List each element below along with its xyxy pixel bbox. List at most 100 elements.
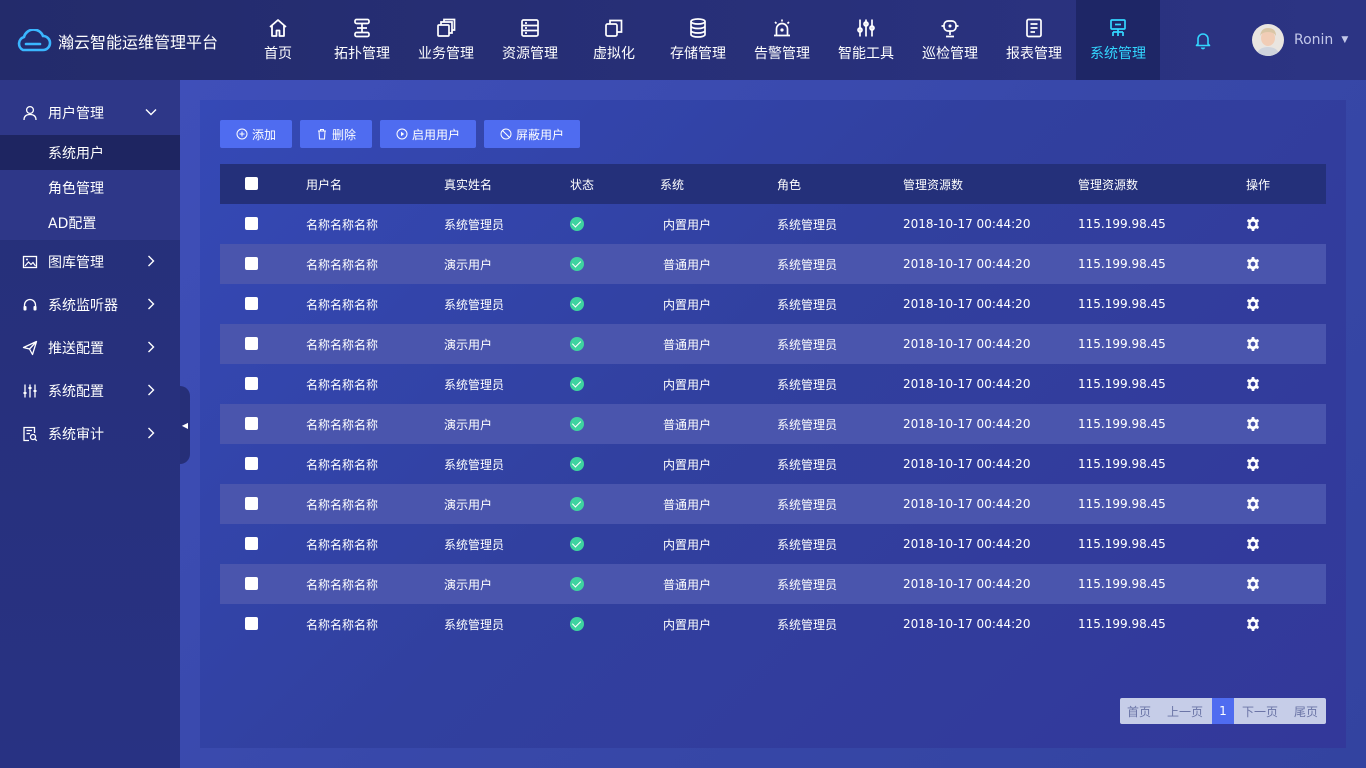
table-row[interactable]: 名称名称名称 系统管理员 内置用户 系统管理员 2018-10-17 00:44:20 1… bbox=[220, 204, 1326, 244]
table-body: 名称名称名称 系统管理员 内置用户 系统管理员 2018-10-17 00:44:20 1… bbox=[220, 204, 1326, 644]
sidebar-item-gallery[interactable]: 图库管理 bbox=[0, 240, 180, 283]
nav-item-label: 告警管理 bbox=[754, 46, 810, 62]
chevron-right-icon bbox=[148, 427, 155, 439]
row-checkbox[interactable] bbox=[245, 497, 258, 510]
cell-time: 2018-10-17 00:44:20 bbox=[903, 377, 1031, 391]
nav-item-label: 虚拟化 bbox=[593, 46, 635, 62]
sidebar-collapse-toggle[interactable]: ◀ bbox=[180, 386, 190, 464]
cell-role: 系统管理员 bbox=[777, 617, 838, 632]
row-checkbox[interactable] bbox=[245, 377, 258, 390]
row-checkbox[interactable] bbox=[245, 417, 258, 430]
cell-ip: 115.199.98.45 bbox=[1078, 377, 1166, 391]
nav-item-system[interactable]: 系统管理 bbox=[1076, 0, 1160, 80]
gear-icon[interactable] bbox=[1245, 536, 1261, 552]
nav-item-alarm[interactable]: 告警管理 bbox=[740, 0, 824, 80]
row-checkbox[interactable] bbox=[245, 537, 258, 550]
gear-icon[interactable] bbox=[1245, 496, 1261, 512]
user-icon bbox=[23, 105, 37, 120]
sidebar-item-system-users[interactable]: 系统用户 bbox=[0, 135, 180, 170]
column-header-resources: 管理资源数 bbox=[903, 177, 964, 192]
sidebar-item-system-audit[interactable]: 系统审计 bbox=[0, 412, 180, 455]
gear-icon[interactable] bbox=[1245, 216, 1261, 232]
inspection-icon bbox=[941, 20, 959, 38]
brand[interactable]: 瀚云智能运维管理平台 bbox=[14, 28, 218, 54]
bell-icon[interactable] bbox=[1192, 29, 1214, 51]
delete-button[interactable]: 删除 bbox=[300, 120, 372, 148]
page-current-button[interactable]: 1 bbox=[1212, 698, 1234, 724]
cell-ip: 115.199.98.45 bbox=[1078, 577, 1166, 591]
nav-item-virtualization[interactable]: 虚拟化 bbox=[572, 0, 656, 80]
cell-ip: 115.199.98.45 bbox=[1078, 617, 1166, 631]
home-icon bbox=[269, 19, 287, 37]
row-checkbox[interactable] bbox=[245, 457, 258, 470]
user-table: 用户名 真实姓名 状态 系统 角色 管理资源数 管理资源数 操作 名称名称名称系… bbox=[220, 164, 1326, 644]
table-row[interactable]: 名称名称名称 演示用户 普通用户 系统管理员 2018-10-17 00:44:20 11… bbox=[220, 404, 1326, 444]
table-row[interactable]: 名称名称名称 演示用户 普通用户 系统管理员 2018-10-17 00:44:20 11… bbox=[220, 484, 1326, 524]
nav-item-report[interactable]: 报表管理 bbox=[992, 0, 1076, 80]
sidebar-item-system-listener[interactable]: 系统监听器 bbox=[0, 283, 180, 326]
cell-system: 内置用户 bbox=[663, 617, 712, 632]
row-checkbox[interactable] bbox=[245, 617, 258, 630]
cell-system: 普通用户 bbox=[663, 257, 712, 272]
sidebar-item-role-management[interactable]: 角色管理 bbox=[0, 170, 180, 205]
row-checkbox[interactable] bbox=[245, 577, 258, 590]
nav-item-inspection[interactable]: 巡检管理 bbox=[908, 0, 992, 80]
enable-user-button[interactable]: 启用用户 bbox=[380, 120, 476, 148]
cell-time: 2018-10-17 00:44:20 bbox=[903, 457, 1031, 471]
nav-item-database[interactable]: 存储管理 bbox=[656, 0, 740, 80]
cell-role: 系统管理员 bbox=[777, 577, 838, 592]
table-row[interactable]: 名称名称名称 演示用户 普通用户 系统管理员 2018-10-17 00:44:20 11… bbox=[220, 244, 1326, 284]
gear-icon[interactable] bbox=[1245, 616, 1261, 632]
page-first-button[interactable]: 首页 bbox=[1120, 698, 1158, 724]
nav-item-label: 拓扑管理 bbox=[334, 46, 390, 62]
gear-icon[interactable] bbox=[1245, 456, 1261, 472]
add-button[interactable]: 添加 bbox=[220, 120, 292, 148]
gear-icon[interactable] bbox=[1245, 576, 1261, 592]
table-row[interactable]: 名称名称名称 演示用户 普通用户 系统管理员 2018-10-17 00:44:20 11… bbox=[220, 324, 1326, 364]
user-menu[interactable]: Ronin ▼ bbox=[1252, 24, 1348, 56]
page-prev-button[interactable]: 上一页 bbox=[1158, 698, 1212, 724]
cell-username: 名称名称名称 bbox=[306, 377, 379, 392]
select-all-checkbox[interactable] bbox=[245, 177, 258, 190]
status-ok-icon bbox=[570, 617, 584, 631]
chevron-down-icon bbox=[145, 109, 157, 116]
cell-time: 2018-10-17 00:44:20 bbox=[903, 537, 1031, 551]
row-checkbox[interactable] bbox=[245, 297, 258, 310]
table-row[interactable]: 名称名称名称 系统管理员 内置用户 系统管理员 2018-10-17 00:44:20 1… bbox=[220, 524, 1326, 564]
cell-role: 系统管理员 bbox=[777, 377, 838, 392]
table-row[interactable]: 名称名称名称 系统管理员 内置用户 系统管理员 2018-10-17 00:44:20 1… bbox=[220, 604, 1326, 644]
sidebar-item-ad-config[interactable]: AD配置 bbox=[0, 205, 180, 240]
main-content: 添加 删除 启用用户 屏蔽用户 用户名 真实姓名 状态 系统 角色 管理资源数 … bbox=[180, 80, 1366, 768]
table-row[interactable]: 名称名称名称 系统管理员 内置用户 系统管理员 2018-10-17 00:44:20 1… bbox=[220, 364, 1326, 404]
nav-item-tools[interactable]: 智能工具 bbox=[824, 0, 908, 80]
gear-icon[interactable] bbox=[1245, 256, 1261, 272]
block-user-button[interactable]: 屏蔽用户 bbox=[484, 120, 580, 148]
sidebar-item-system-config[interactable]: 系统配置 bbox=[0, 369, 180, 412]
column-header-actions: 操作 bbox=[1246, 177, 1271, 192]
nav-item-home[interactable]: 首页 bbox=[236, 0, 320, 80]
chevron-right-icon bbox=[148, 341, 155, 353]
row-checkbox[interactable] bbox=[245, 337, 258, 350]
table-row[interactable]: 名称名称名称 演示用户 普通用户 系统管理员 2018-10-17 00:44:20 11… bbox=[220, 564, 1326, 604]
sidebar-item-push-config[interactable]: 推送配置 bbox=[0, 326, 180, 369]
sidebar-item-user-management[interactable]: 用户管理 bbox=[0, 80, 180, 135]
nav-item-label: 业务管理 bbox=[418, 46, 474, 62]
cell-ip: 115.199.98.45 bbox=[1078, 537, 1166, 551]
page-next-button[interactable]: 下一页 bbox=[1234, 698, 1286, 724]
gear-icon[interactable] bbox=[1245, 376, 1261, 392]
nav-item-business[interactable]: 业务管理 bbox=[404, 0, 488, 80]
table-row[interactable]: 名称名称名称 系统管理员 内置用户 系统管理员 2018-10-17 00:44:20 1… bbox=[220, 284, 1326, 324]
nav-item-resource[interactable]: 资源管理 bbox=[488, 0, 572, 80]
image-icon bbox=[22, 255, 38, 268]
row-checkbox[interactable] bbox=[245, 257, 258, 270]
table-row[interactable]: 名称名称名称 系统管理员 内置用户 系统管理员 2018-10-17 00:44:20 1… bbox=[220, 444, 1326, 484]
cell-system: 内置用户 bbox=[663, 457, 712, 472]
gear-icon[interactable] bbox=[1245, 416, 1261, 432]
nav-item-label: 存储管理 bbox=[670, 46, 726, 62]
nav-item-topology[interactable]: 拓扑管理 bbox=[320, 0, 404, 80]
row-checkbox[interactable] bbox=[245, 217, 258, 230]
gear-icon[interactable] bbox=[1245, 296, 1261, 312]
gear-icon[interactable] bbox=[1245, 336, 1261, 352]
page-last-button[interactable]: 尾页 bbox=[1286, 698, 1326, 724]
sliders-icon bbox=[23, 384, 37, 397]
